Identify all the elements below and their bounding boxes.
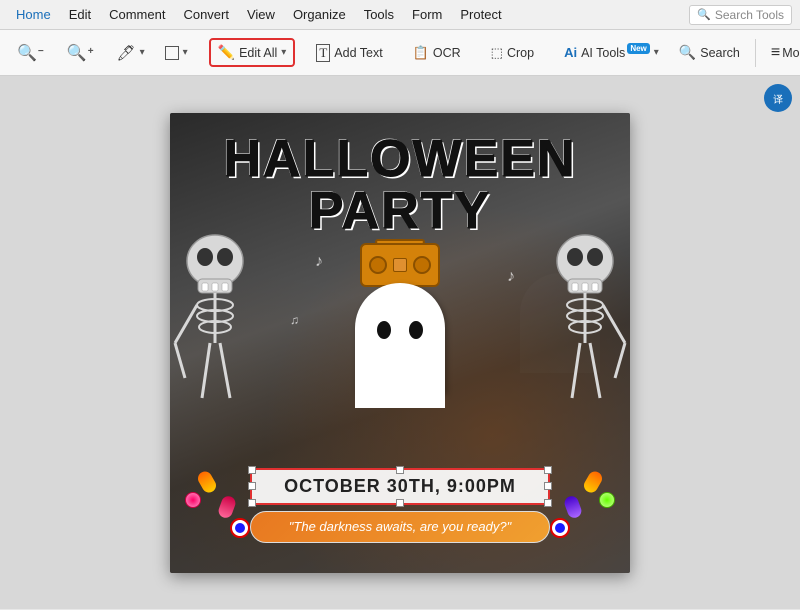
zoom-out-icon: 🔍: [17, 43, 37, 63]
ocr-button[interactable]: 📋 OCR: [404, 39, 470, 67]
menu-form[interactable]: Form: [404, 4, 450, 25]
lollipop-left: [185, 492, 201, 508]
handle-tr[interactable]: [544, 466, 552, 474]
boombox: [360, 243, 440, 287]
eyeball-right: [550, 518, 570, 538]
date-selection-box[interactable]: OCTOBER 30TH, 9:00PM: [250, 468, 550, 505]
chevron-edit-all: ▾: [281, 47, 286, 58]
flyer-content: HALLOWEEN PARTY: [170, 113, 630, 573]
menu-protect[interactable]: Protect: [452, 4, 509, 25]
ghost-eye-left: [377, 321, 391, 339]
handle-tl[interactable]: [248, 466, 256, 474]
canvas-area: 译 HALLOWEEN PARTY: [0, 76, 800, 609]
handle-ml[interactable]: [248, 482, 256, 490]
ai-tools-icon: Ai: [564, 45, 577, 60]
separator-6: [755, 39, 756, 67]
edit-icon: ✏️: [218, 44, 235, 61]
crop-label: Crop: [507, 46, 534, 60]
handle-bl[interactable]: [248, 499, 256, 507]
zoom-out-minus: −: [38, 46, 44, 57]
toolbar: 🔍 − 🔍 + 🖊 ▾ ▾ ✏️ Edit All ▾ T Add Text 📋…: [0, 30, 800, 76]
add-text-label: Add Text: [334, 46, 382, 60]
lollipop-right: [599, 492, 615, 508]
music-note-1: ♪: [315, 253, 323, 271]
chevron-shape: ▾: [183, 47, 188, 58]
search-icon: 🔍: [697, 8, 711, 21]
flyer-center: [310, 243, 490, 443]
zoom-out-button[interactable]: 🔍 −: [8, 37, 56, 69]
eyeball-left: [230, 518, 250, 538]
music-note-2: ♪: [507, 268, 515, 286]
handle-tm[interactable]: [396, 466, 404, 474]
shape-icon: [165, 46, 179, 60]
new-badge: New: [627, 43, 649, 54]
menu-view[interactable]: View: [239, 4, 283, 25]
zoom-in-icon: 🔍: [67, 43, 87, 63]
menu-comment[interactable]: Comment: [101, 4, 173, 25]
search-tools-label[interactable]: Search Tools: [715, 8, 784, 22]
handle-mr[interactable]: [544, 482, 552, 490]
skeleton-left: [170, 233, 260, 433]
menu-edit[interactable]: Edit: [61, 4, 99, 25]
highlight-icon: 🖊: [117, 44, 136, 62]
menu-organize[interactable]: Organize: [285, 4, 354, 25]
music-note-3: ♫: [290, 313, 299, 327]
highlight-button[interactable]: 🖊 ▾: [108, 38, 154, 68]
edit-all-button[interactable]: ✏️ Edit All ▾: [209, 38, 296, 67]
boombox-speaker-right: [413, 256, 431, 274]
handle-br[interactable]: [544, 499, 552, 507]
ocr-icon: 📋: [413, 45, 429, 61]
toolbar-right: 🔍 Search ≡ More: [670, 38, 800, 68]
crop-icon: ⬚: [491, 45, 503, 61]
chevron-ai: ▾: [654, 47, 659, 58]
ghost: [350, 283, 450, 413]
search-button[interactable]: 🔍 Search: [670, 38, 749, 67]
ghost-body: [355, 283, 445, 393]
boombox-center: [393, 258, 407, 272]
quote-text: "The darkness awaits, are you ready?": [289, 519, 511, 534]
ai-tools-button[interactable]: Ai AI Tools New ▾: [555, 39, 668, 66]
more-button[interactable]: ≡ More: [762, 38, 800, 68]
boombox-handle: [375, 239, 425, 245]
edit-all-label: Edit All: [239, 46, 277, 60]
zoom-in-plus: +: [88, 46, 94, 57]
handle-bm[interactable]: [396, 499, 404, 507]
ghost-eye-right: [409, 321, 423, 339]
add-text-icon: T: [316, 44, 330, 62]
flyer-title-area: HALLOWEEN PARTY: [170, 133, 630, 237]
chevron-highlight: ▾: [140, 47, 145, 58]
menu-home[interactable]: Home: [8, 4, 59, 25]
menu-tools[interactable]: Tools: [356, 4, 402, 25]
date-text: OCTOBER 30TH, 9:00PM: [262, 476, 538, 497]
zoom-in-button[interactable]: 🔍 +: [58, 37, 106, 69]
flyer-bottom: OCTOBER 30TH, 9:00PM "The darkness await…: [250, 468, 550, 543]
search-label: Search: [700, 46, 740, 60]
shape-button[interactable]: ▾: [156, 40, 197, 66]
ghost-bottom: [355, 383, 445, 408]
menu-convert[interactable]: Convert: [175, 4, 237, 25]
flyer-title-line1: HALLOWEEN: [170, 133, 630, 185]
quote-bubble[interactable]: "The darkness awaits, are you ready?": [250, 511, 550, 543]
translate-icon: 译: [773, 91, 783, 106]
translate-button[interactable]: 译: [764, 84, 792, 112]
document-card[interactable]: HALLOWEEN PARTY: [170, 113, 630, 573]
flyer-title-line2: PARTY: [170, 185, 630, 237]
add-text-button[interactable]: T Add Text: [307, 38, 391, 68]
ai-tools-label: AI Tools: [581, 46, 625, 60]
ocr-label: OCR: [433, 46, 461, 60]
menubar: Home Edit Comment Convert View Organize …: [0, 0, 800, 30]
more-label: More: [782, 46, 800, 60]
search-icon-toolbar: 🔍: [679, 44, 696, 61]
crop-button[interactable]: ⬚ Crop: [482, 39, 543, 67]
more-icon: ≡: [771, 44, 778, 62]
boombox-speaker-left: [369, 256, 387, 274]
skeleton-right: [540, 233, 630, 433]
